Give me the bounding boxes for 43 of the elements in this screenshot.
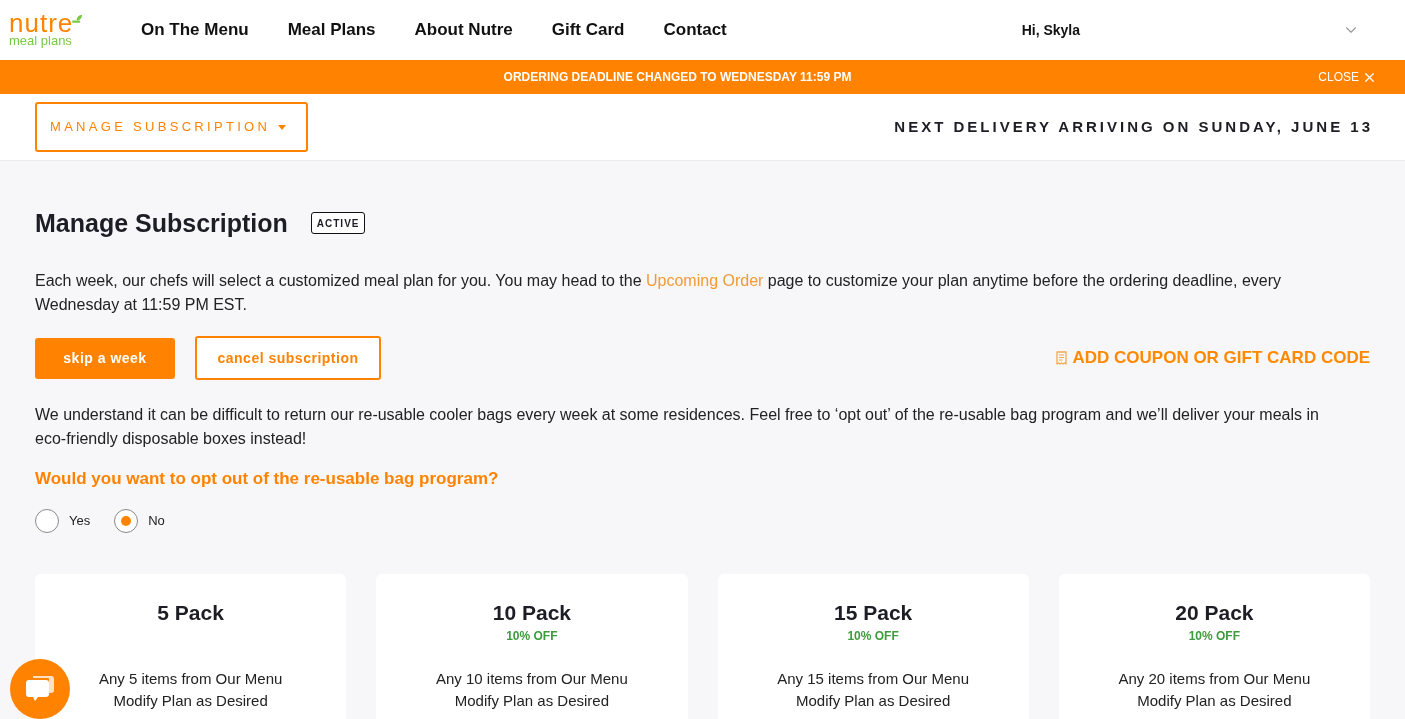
plan-title: 5 Pack — [157, 600, 224, 626]
plan-feature: Any 5 items from Our Menu — [98, 669, 283, 689]
bag-note-paragraph: We understand it can be difficult to return our re-usable cooler bags every week at some residences. Feel free to ‘opt out’ of the re-usable bag program and we’ll deliver your meals in eco-friendly disposable boxes instead! — [35, 405, 1320, 449]
radio-button[interactable] — [35, 509, 59, 533]
nav-link[interactable]: Gift Card — [551, 17, 625, 43]
banner-message: ORDERING DEADLINE CHANGED TO WEDNESDAY 11:59 PM — [503, 69, 852, 86]
plan-feature: Modify Plan as Desired — [113, 691, 268, 711]
plan-card[interactable]: 20 Pack 10% OFF Any 20 items from Our Menu Modify Plan as Desired — [1058, 574, 1370, 719]
chat-button[interactable] — [10, 659, 70, 719]
nav-link[interactable]: On The Menu — [141, 17, 249, 43]
radio-button[interactable] — [114, 509, 139, 533]
discount-label: 10% OFF — [506, 628, 558, 645]
plan-title: 15 Pack — [834, 600, 913, 626]
discount-label: 10% OFF — [1188, 628, 1241, 645]
plan-title: 20 Pack — [1175, 600, 1254, 626]
nav-link[interactable]: Contact — [663, 17, 727, 43]
logo-tagline: meal plans — [9, 34, 73, 48]
radio-label: Yes — [69, 512, 91, 531]
plan-card[interactable]: 10 Pack 10% OFF Any 10 items from Our Menu Modify Plan as Desired — [376, 574, 688, 719]
intro-paragraph: Each week, our chefs will select a customized meal plan for you. You may head to the Upcoming Order page to customize your plan anytime before the ordering deadline, every Wednesday at 11:59 PM EST. — [35, 271, 1282, 315]
opt-out-question: Would you want to opt out of the re-usable bag program? — [35, 468, 500, 490]
nav-link[interactable]: About Nutre — [414, 17, 513, 43]
plan-feature: Any 20 items from Our Menu — [1118, 669, 1311, 689]
plan-feature: Any 10 items from Our Menu — [436, 669, 628, 689]
plan-feature: Modify Plan as Desired — [1137, 691, 1292, 711]
next-delivery-text: NEXT DELIVERY ARRIVING ON SUNDAY, JUNE 13 — [894, 116, 1373, 137]
plan-title: 10 Pack — [492, 600, 571, 626]
radio-label: No — [148, 512, 165, 531]
plan-card[interactable]: 5 Pack Any 5 items from Our Menu Modify Plan as Desired — [35, 574, 347, 719]
discount-label: 10% OFF — [847, 628, 899, 645]
user-greeting[interactable]: Hi, Skyla — [1021, 19, 1080, 41]
plan-card[interactable]: 15 Pack 10% OFF Any 15 items from Our Menu Modify Plan as Desired — [717, 574, 1029, 719]
receipt-icon — [1055, 351, 1067, 365]
leaf-icon — [72, 15, 84, 24]
plan-feature: Modify Plan as Desired — [796, 691, 951, 711]
plan-feature: Modify Plan as Desired — [454, 691, 609, 711]
status-badge: ACTIVE — [310, 212, 366, 234]
chat-bubble-icon — [25, 675, 55, 703]
nav-link[interactable]: Meal Plans — [287, 17, 376, 43]
logo-wordmark: nutre — [9, 12, 74, 34]
caret-icon — [278, 124, 287, 130]
plan-feature: Any 15 items from Our Menu — [777, 669, 969, 689]
page-title: Manage Subscription — [35, 208, 288, 238]
